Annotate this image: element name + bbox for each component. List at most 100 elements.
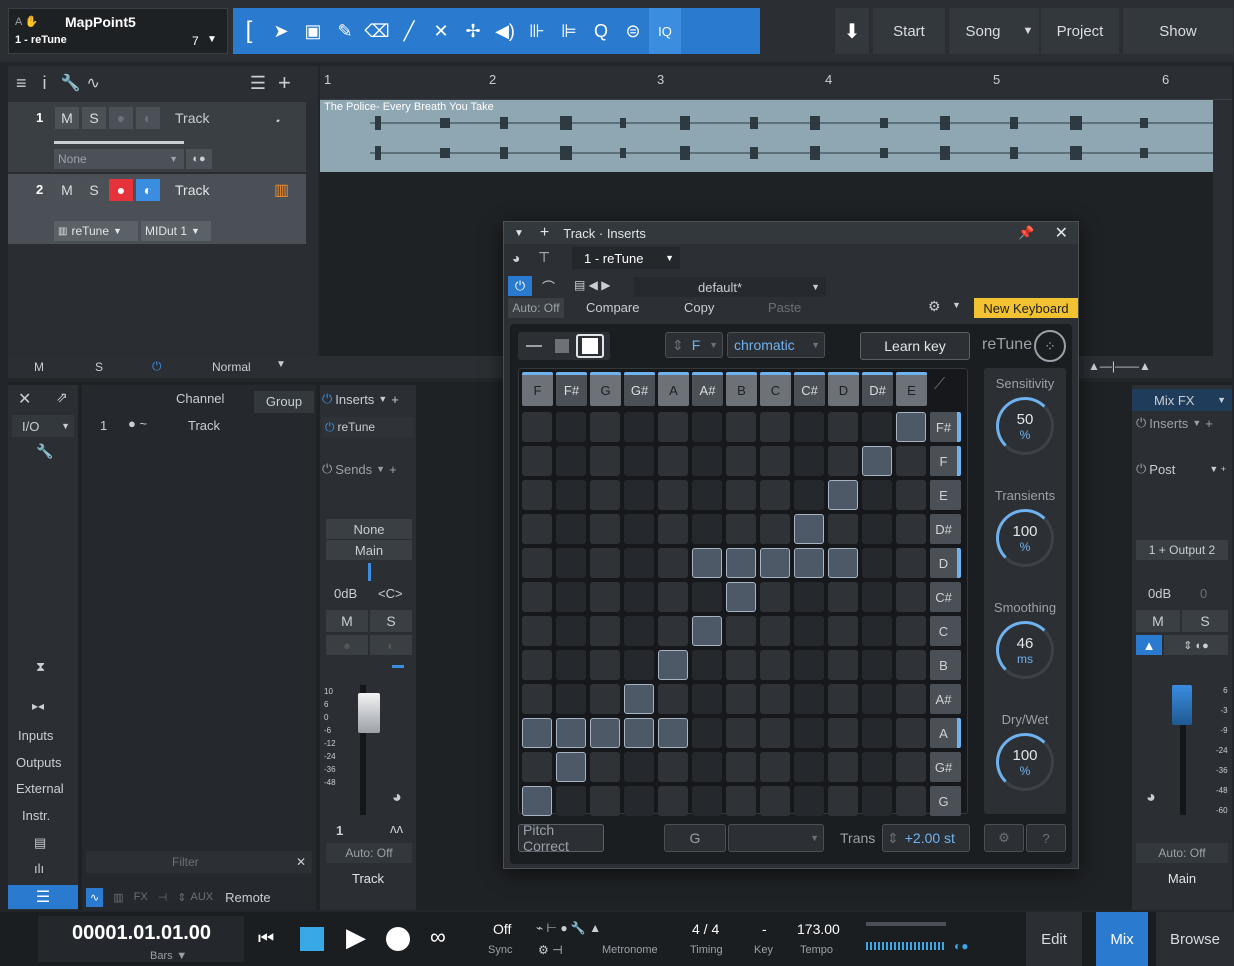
- power-icon[interactable]: ⏻: [152, 359, 162, 374]
- monitor-icon[interactable]: ◐: [370, 635, 412, 655]
- grid-cell[interactable]: [658, 650, 688, 680]
- grid-cell[interactable]: [522, 446, 552, 476]
- browse-button[interactable]: Browse: [1156, 912, 1234, 966]
- song-selector[interactable]: A ✋ MapPoint5 1 - reTune 7 ▼: [8, 8, 228, 54]
- mute-button[interactable]: M: [55, 179, 79, 201]
- grid-cell[interactable]: [624, 684, 654, 714]
- grid-cell[interactable]: [658, 616, 688, 646]
- note-column-d[interactable]: D: [828, 372, 859, 406]
- pin-icon[interactable]: 📌: [1018, 225, 1034, 241]
- knob-smoothing[interactable]: Smoothing 46 ms: [990, 600, 1060, 679]
- solo-button[interactable]: S: [82, 179, 106, 201]
- grid-cell[interactable]: [760, 548, 790, 578]
- grid-cell[interactable]: [522, 514, 552, 544]
- insert-slot[interactable]: ⏻ reTune: [322, 417, 414, 437]
- plugin-titlebar[interactable]: ▼ + Track · Inserts 📌 ✕: [504, 222, 1078, 244]
- preset-icon[interactable]: ▤ ◀ ▶: [574, 278, 610, 292]
- pan-knob-icon[interactable]: ◕: [392, 789, 402, 807]
- note-column-f-sharp[interactable]: F#: [556, 372, 587, 406]
- snap-icon[interactable]: ⊜: [617, 8, 649, 54]
- grid-cell[interactable]: [896, 514, 926, 544]
- power-dial-icon[interactable]: ◕: [512, 250, 520, 266]
- instance-select[interactable]: 1 - reTune ▼: [572, 247, 680, 269]
- grid-cell[interactable]: [692, 786, 722, 816]
- link-toggle-icon[interactable]: ◐●: [186, 149, 212, 169]
- tracklist-icon[interactable]: ☰: [250, 73, 266, 94]
- grid-cell[interactable]: [862, 718, 892, 748]
- target-note[interactable]: G: [664, 824, 726, 852]
- power-icon[interactable]: ⏻: [325, 420, 335, 435]
- time-unit[interactable]: Bars ▼: [150, 947, 187, 962]
- show-button[interactable]: Show: [1123, 8, 1233, 54]
- grid-cell[interactable]: [828, 412, 858, 442]
- note-column-d-sharp[interactable]: D#: [862, 372, 893, 406]
- grid-cell[interactable]: [624, 718, 654, 748]
- outputs-button[interactable]: Outputs: [16, 755, 62, 770]
- knob-dial[interactable]: 50%: [996, 397, 1054, 455]
- grid-cell[interactable]: [760, 752, 790, 782]
- grid-cell[interactable]: [862, 480, 892, 510]
- grid-cell[interactable]: [794, 446, 824, 476]
- grid-cell[interactable]: [828, 650, 858, 680]
- note-column-c-sharp[interactable]: C#: [794, 372, 825, 406]
- automation-icon[interactable]: ⌒: [542, 277, 555, 296]
- grid-cell[interactable]: [556, 718, 586, 748]
- grid-cell[interactable]: [624, 446, 654, 476]
- external-button[interactable]: External: [16, 781, 64, 796]
- click-settings-icon[interactable]: ⚙ ⊣: [538, 943, 563, 957]
- grid-cell[interactable]: [862, 616, 892, 646]
- grid-cell[interactable]: [896, 446, 926, 476]
- grid-cell[interactable]: [692, 480, 722, 510]
- grid-cell[interactable]: [726, 514, 756, 544]
- inputs-button[interactable]: Inputs: [18, 728, 53, 743]
- grid-cell[interactable]: [624, 514, 654, 544]
- tempo-value[interactable]: 173.00: [797, 921, 840, 937]
- fx-tab[interactable]: FX: [134, 891, 148, 903]
- grid-cell[interactable]: [896, 684, 926, 714]
- auto-off-button[interactable]: Auto: Off: [508, 298, 564, 318]
- timeline-ruler[interactable]: 1 2 3 4 5 6: [320, 66, 1232, 100]
- grid-cell[interactable]: [726, 752, 756, 782]
- instrument-button[interactable]: Instr.: [22, 808, 50, 823]
- solo-button[interactable]: S: [370, 610, 412, 632]
- grid-cell[interactable]: [590, 684, 620, 714]
- info-icon[interactable]: i: [43, 73, 47, 94]
- start-button[interactable]: Start: [873, 8, 945, 54]
- grid-cell[interactable]: [760, 616, 790, 646]
- grid-cell[interactable]: [556, 752, 586, 782]
- grid-cell[interactable]: [794, 548, 824, 578]
- grid-cell[interactable]: [896, 718, 926, 748]
- zoom-slider[interactable]: ▲—|——▲: [1088, 359, 1151, 373]
- rewind-icon[interactable]: ⏮: [258, 928, 274, 949]
- grid-cell[interactable]: [692, 650, 722, 680]
- grid-cell[interactable]: [590, 514, 620, 544]
- solo-button[interactable]: S: [82, 107, 106, 129]
- eraser-tool-icon[interactable]: ⌫: [361, 8, 393, 54]
- grid-cell[interactable]: [522, 752, 552, 782]
- grid-cell[interactable]: [828, 480, 858, 510]
- track-row-2[interactable]: 2 M S ● ◐ Track ▥ ▥ reTune ▼ MIDut 1 ▼: [8, 174, 306, 244]
- mix-button[interactable]: Mix: [1096, 912, 1148, 966]
- audio-tab-icon[interactable]: ∿: [86, 887, 104, 907]
- grid-cell[interactable]: [590, 412, 620, 442]
- monitor-button[interactable]: ◐: [136, 179, 160, 201]
- grid-cell[interactable]: [794, 514, 824, 544]
- note-column-e[interactable]: E: [896, 372, 927, 406]
- grid-cell[interactable]: [896, 752, 926, 782]
- view-small-icon[interactable]: [520, 334, 548, 358]
- stepper-icon[interactable]: ⇕: [887, 830, 899, 847]
- grid-cell[interactable]: [794, 650, 824, 680]
- grid-cell[interactable]: [556, 412, 586, 442]
- record-arm-button[interactable]: ●: [109, 179, 133, 201]
- sync-value[interactable]: Off: [493, 921, 511, 937]
- help-icon[interactable]: ?: [1026, 824, 1066, 852]
- meter-icon[interactable]: ılı: [34, 861, 44, 876]
- grid-cell[interactable]: [862, 650, 892, 680]
- note-column-c[interactable]: C: [760, 372, 791, 406]
- grid-cell[interactable]: [556, 514, 586, 544]
- project-button[interactable]: Project: [1041, 8, 1119, 54]
- channel-row[interactable]: 1 ● ~ Track: [82, 415, 316, 437]
- instrument-route-select[interactable]: ▥ reTune ▼: [54, 221, 138, 241]
- grid-cell[interactable]: [556, 786, 586, 816]
- paint-tool-icon[interactable]: ╱: [393, 8, 425, 54]
